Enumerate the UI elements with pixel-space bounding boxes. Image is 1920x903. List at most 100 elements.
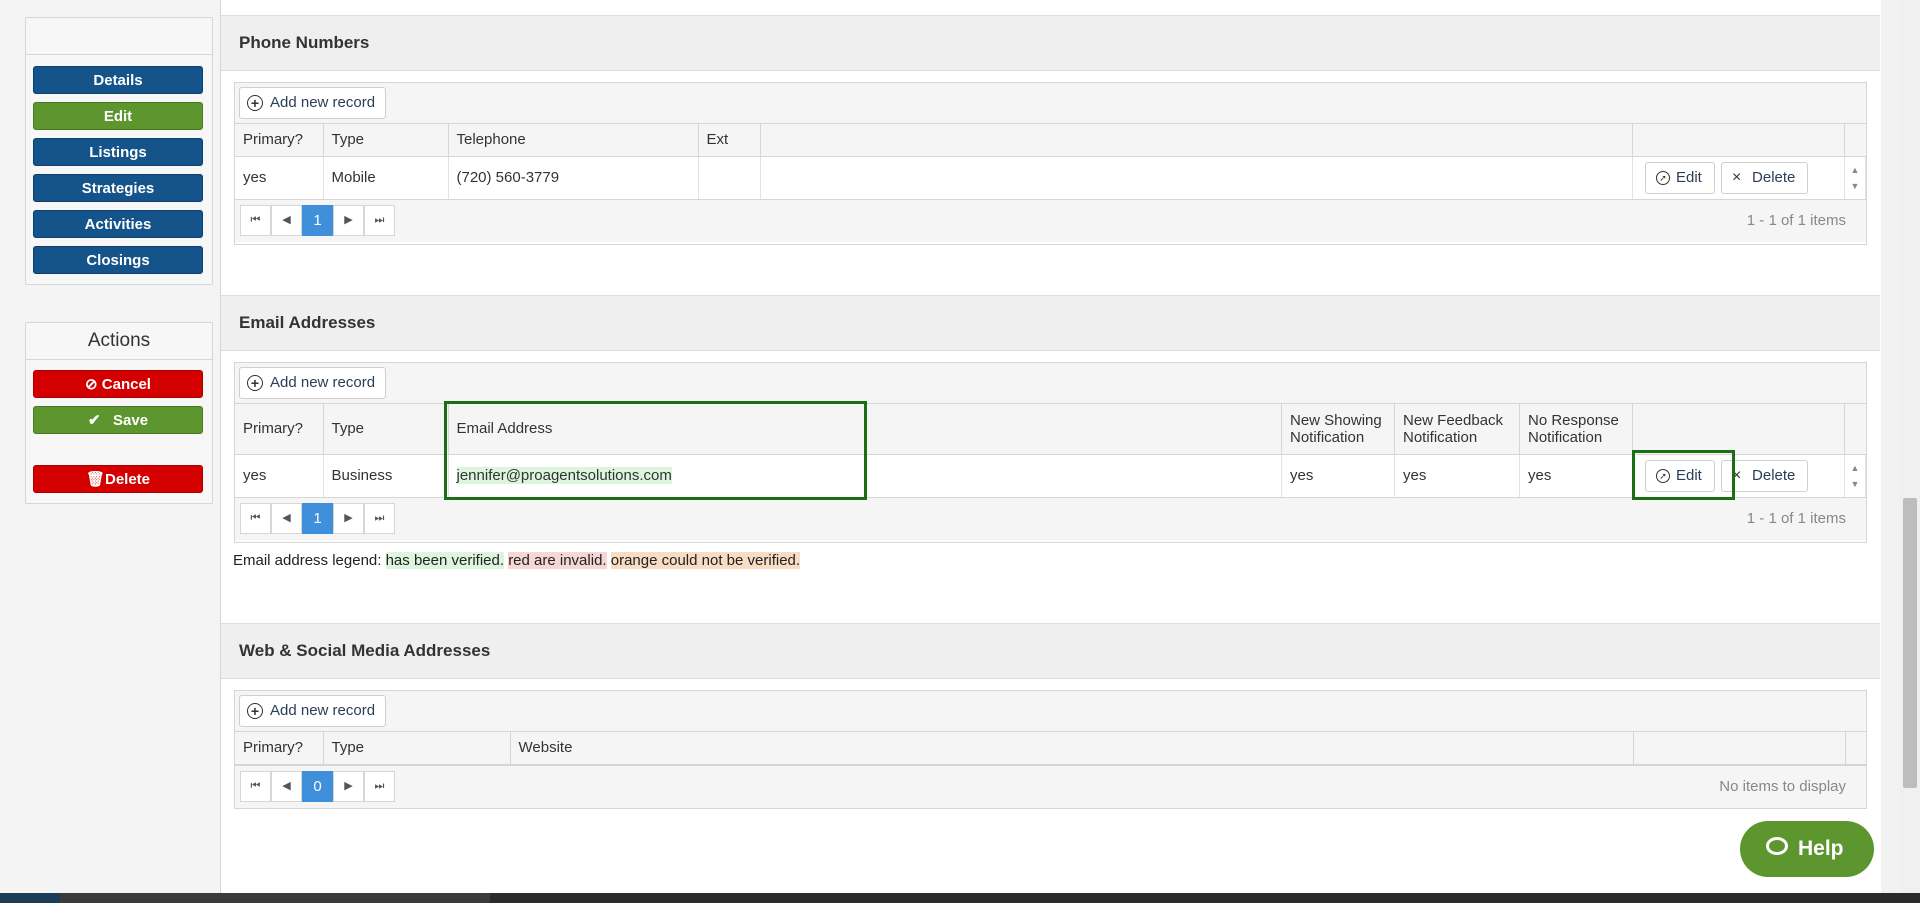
edit-label: Edit	[1676, 466, 1702, 484]
table-row: yes Business jennifer@proagentsolutions.…	[235, 454, 1866, 497]
phone-edit-button[interactable]: ➚ Edit	[1645, 161, 1715, 194]
last-page-button[interactable]: ⏭	[364, 503, 395, 534]
cancel-label: Cancel	[101, 376, 151, 393]
legend-prefix: Email address legend:	[233, 552, 382, 569]
col-website[interactable]: Website	[510, 732, 1634, 765]
sidebar: Details Edit Listings Strategies Activit…	[0, 0, 220, 903]
save-label: Save	[113, 412, 149, 429]
last-page-button[interactable]: ⏭	[364, 770, 395, 802]
plus-circle-icon: +	[247, 703, 263, 719]
close-icon: ×	[1732, 466, 1742, 484]
email-header-row: Primary? Type Email Address New Showing N…	[235, 404, 1866, 455]
taskbar-search[interactable]	[60, 893, 490, 903]
current-page[interactable]: 1	[302, 205, 333, 236]
delete-label: Delete	[105, 471, 151, 488]
col-new-showing-notification[interactable]: New Showing Notification	[1281, 404, 1395, 455]
col-primary[interactable]: Primary?	[235, 732, 324, 765]
cell-actions: ➚ Edit × Delete	[1632, 156, 1845, 199]
phone-add-record-button[interactable]: + Add new record	[239, 87, 387, 119]
page-scrollbar[interactable]	[1900, 0, 1920, 903]
email-legend: Email address legend: has been verified.…	[233, 552, 801, 569]
first-page-button[interactable]: ⏮	[240, 503, 271, 534]
current-page[interactable]: 0	[302, 770, 333, 802]
col-type[interactable]: Type	[323, 732, 511, 765]
col-email-address[interactable]: Email Address	[448, 404, 1282, 455]
row-scrollbar[interactable]: ▲ ▼	[1844, 156, 1866, 199]
add-record-label: Add new record	[270, 374, 376, 391]
col-label: Notification	[1403, 428, 1478, 446]
col-no-response-notification[interactable]: No Response Notification	[1519, 404, 1633, 455]
current-page[interactable]: 1	[302, 503, 333, 534]
phone-grid: + Add new record Primary? Type Telephone…	[234, 82, 1867, 245]
legend-invalid: red are invalid.	[508, 552, 607, 569]
col-new-feedback-notification[interactable]: New Feedback Notification	[1394, 404, 1520, 455]
last-page-button[interactable]: ⏭	[364, 205, 395, 236]
os-taskbar	[0, 893, 1920, 903]
phone-delete-button[interactable]: × Delete	[1721, 161, 1809, 194]
save-button[interactable]: ✔ Save	[33, 406, 203, 434]
col-telephone[interactable]: Telephone	[448, 124, 699, 157]
prev-page-button[interactable]: ◀	[271, 503, 302, 534]
web-grid: + Add new record Primary? Type Website ⏮…	[234, 690, 1867, 809]
help-button[interactable]: Help	[1740, 821, 1874, 877]
prev-page-button[interactable]: ◀	[271, 770, 302, 802]
col-primary[interactable]: Primary?	[235, 404, 324, 455]
col-actions	[1632, 404, 1845, 455]
row-scrollbar[interactable]: ▲ ▼	[1844, 454, 1866, 497]
delete-button[interactable]: 🗑Delete	[33, 465, 203, 493]
col-type[interactable]: Type	[323, 404, 449, 455]
web-grid-toolbar: + Add new record	[235, 691, 1866, 732]
chat-bubble-icon	[1766, 837, 1788, 855]
next-page-button[interactable]: ▶	[333, 205, 364, 236]
first-page-button[interactable]: ⏮	[240, 770, 271, 802]
pager-info: No items to display	[1719, 777, 1846, 795]
plus-circle-icon: +	[247, 95, 263, 111]
phone-grid-toolbar: + Add new record	[235, 83, 1866, 124]
prev-page-button[interactable]: ◀	[271, 205, 302, 236]
col-primary[interactable]: Primary?	[235, 124, 324, 157]
actions-panel: Actions ⊘ Cancel ✔ Save 🗑Delete	[25, 322, 213, 504]
email-add-record-button[interactable]: + Add new record	[239, 367, 387, 399]
plus-circle-icon: +	[247, 375, 263, 391]
col-spacer	[760, 124, 1633, 157]
closings-button[interactable]: Closings	[33, 246, 203, 274]
cancel-button[interactable]: ⊘ Cancel	[33, 370, 203, 398]
main-content: Phone Numbers + Add new record Primary? …	[220, 0, 1881, 903]
email-delete-button[interactable]: × Delete	[1721, 459, 1809, 492]
cell-email: jennifer@proagentsolutions.com	[448, 454, 1282, 497]
scrollbar-thumb[interactable]	[1903, 498, 1917, 788]
close-icon: ×	[1732, 168, 1742, 186]
web-add-record-button[interactable]: + Add new record	[239, 695, 387, 727]
first-page-button[interactable]: ⏮	[240, 205, 271, 236]
email-table: Primary? Type Email Address New Showing N…	[235, 404, 1866, 497]
web-pager: ⏮ ◀ 0 ▶ ⏭ No items to display	[235, 764, 1866, 808]
email-edit-button[interactable]: ➚ Edit	[1645, 459, 1715, 492]
start-button[interactable]	[0, 893, 60, 903]
col-type[interactable]: Type	[323, 124, 449, 157]
listings-button[interactable]: Listings	[33, 138, 203, 166]
col-ext[interactable]: Ext	[698, 124, 761, 157]
col-label: No Response	[1528, 411, 1619, 429]
cancel-icon: ⊘	[85, 376, 98, 393]
col-actions	[1632, 124, 1845, 157]
web-section-title: Web & Social Media Addresses	[239, 641, 491, 660]
legend-verified: has been verified.	[385, 552, 505, 569]
cell-new-feedback: yes	[1394, 454, 1520, 497]
verified-email-text: jennifer@proagentsolutions.com	[456, 467, 672, 485]
pager-info: 1 - 1 of 1 items	[1746, 510, 1846, 527]
activities-button[interactable]: Activities	[33, 210, 203, 238]
details-button[interactable]: Details	[33, 66, 203, 94]
actions-title: Actions	[26, 323, 212, 360]
next-page-button[interactable]: ▶	[333, 503, 364, 534]
col-label: New Showing	[1290, 411, 1382, 429]
edit-nav-button[interactable]: Edit	[33, 102, 203, 130]
cell-ext	[698, 156, 761, 199]
next-page-button[interactable]: ▶	[333, 770, 364, 802]
strategies-button[interactable]: Strategies	[33, 174, 203, 202]
email-grid: + Add new record Primary? Type Email Add…	[234, 362, 1867, 543]
legend-unverified: orange could not be verified.	[610, 552, 801, 569]
cell-new-showing: yes	[1281, 454, 1395, 497]
trash-icon: 🗑	[85, 471, 105, 488]
col-scroll	[1844, 124, 1866, 157]
phone-section-header: Phone Numbers	[221, 15, 1880, 71]
